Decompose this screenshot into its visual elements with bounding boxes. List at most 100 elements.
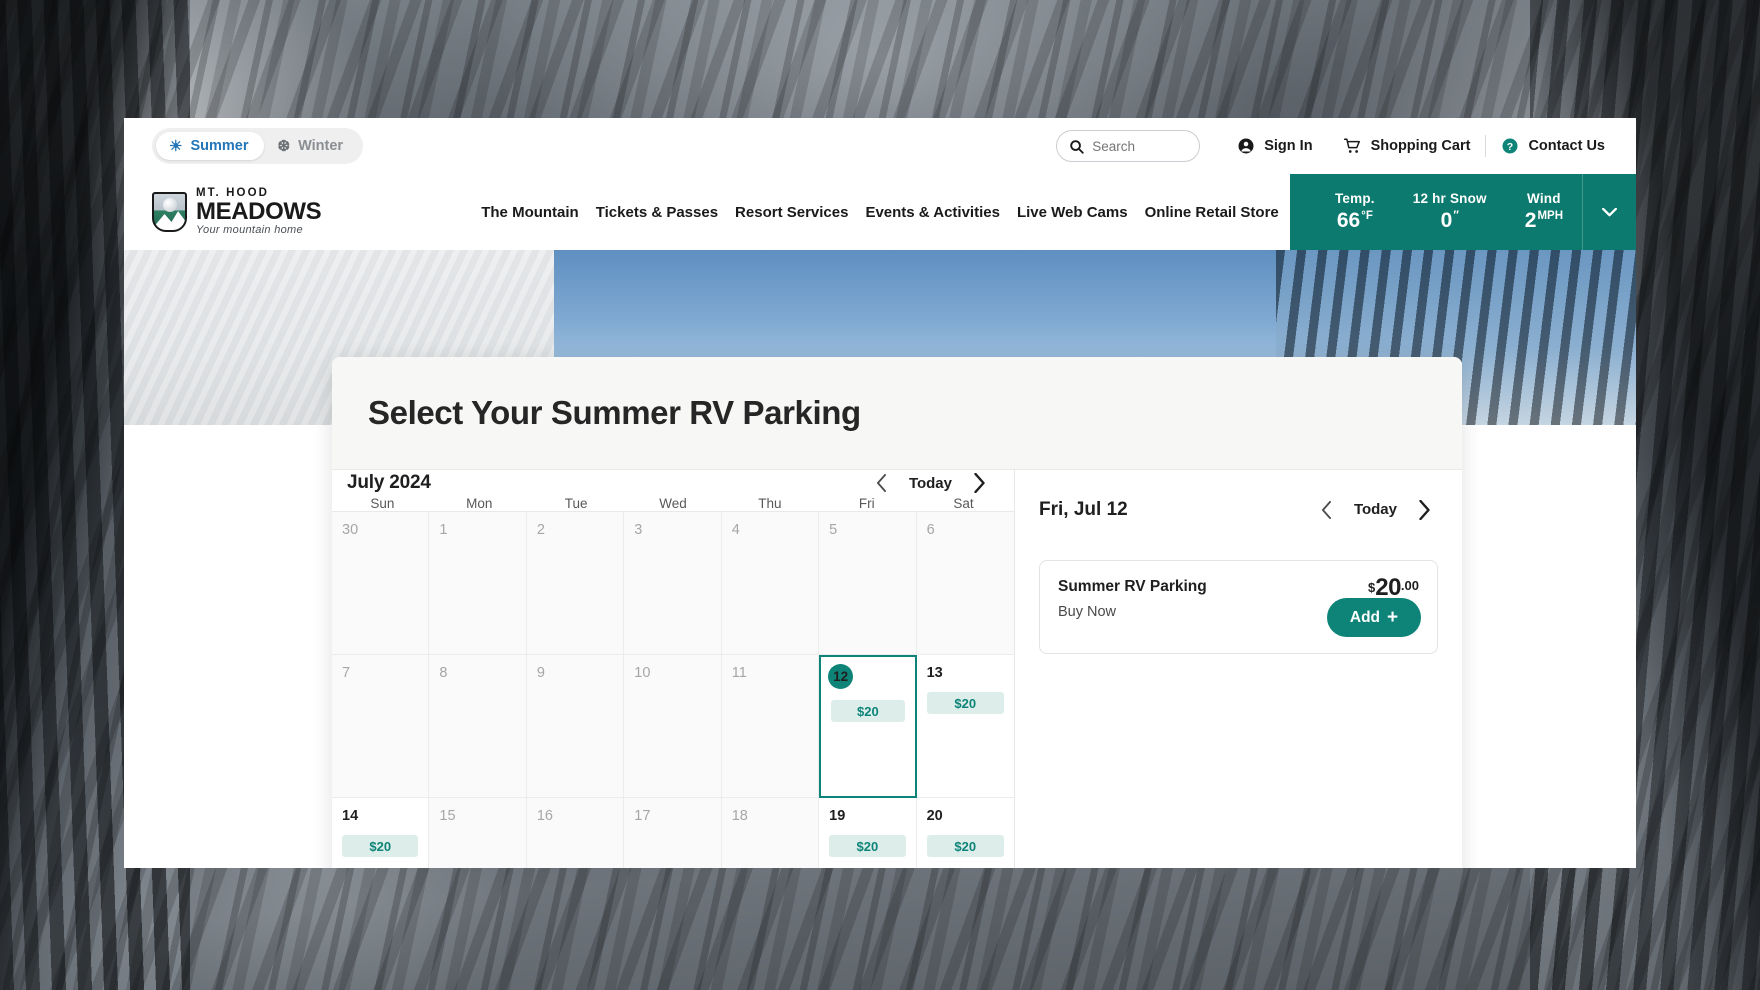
calendar-day-number: 9 <box>537 665 613 681</box>
weather-widget[interactable]: Temp. 66 °F 12 hr Snow 0 ″ Wind 2 MPH <box>1290 174 1636 250</box>
weekday-mon: Mon <box>431 496 528 511</box>
weather-expand-button[interactable] <box>1582 174 1636 250</box>
weather-stat-temp: Temp. 66 °F <box>1316 191 1394 233</box>
nav-item-resort-services[interactable]: Resort Services <box>735 204 848 221</box>
nav-links: The Mountain Tickets & Passes Resort Ser… <box>481 204 1279 221</box>
weather-temp-value: 66 °F <box>1337 209 1373 233</box>
nav-item-tickets-passes[interactable]: Tickets & Passes <box>596 204 718 221</box>
contact-us-link[interactable]: ? Contact Us <box>1486 131 1620 161</box>
weekday-sun: Sun <box>334 496 431 511</box>
product-card: Summer RV Parking Buy Now $ 20 .00 Add + <box>1039 560 1438 654</box>
nav-item-online-retail-store[interactable]: Online Retail Store <box>1145 204 1279 221</box>
calendar-day-12[interactable]: 12 $20 <box>819 655 916 798</box>
calendar-day-number: 20 <box>927 808 1004 824</box>
booking-card-body: July 2024 Today <box>332 470 1462 868</box>
weekday-thu: Thu <box>721 496 818 511</box>
day-next-button[interactable] <box>1411 497 1437 523</box>
day-detail-nav: Today <box>1314 497 1437 523</box>
calendar-day-14[interactable]: 14 $20 <box>332 798 429 868</box>
calendar-day-number: 7 <box>342 665 418 681</box>
calendar-day-price[interactable]: $20 <box>927 835 1004 857</box>
calendar-day-number: 2 <box>537 522 613 538</box>
season-tab-summer[interactable]: ☀ Summer <box>156 132 264 160</box>
add-to-cart-label: Add <box>1350 609 1380 627</box>
calendar-day-number: 1 <box>439 522 515 538</box>
weekday-sat: Sat <box>915 496 1012 511</box>
calendar-day-16: 16 <box>527 798 624 868</box>
svg-text:?: ? <box>1507 141 1513 153</box>
utility-bar-right: Sign In Shopping Cart ? Contact Us <box>1056 118 1620 174</box>
logo-line-2: MEADOWS <box>196 200 321 224</box>
weather-stat-wind: Wind 2 MPH <box>1506 191 1582 233</box>
product-price-cents: .00 <box>1401 578 1419 593</box>
weather-snow-label: 12 hr Snow <box>1413 191 1487 206</box>
season-tab-winter[interactable]: ❆ Winter <box>264 132 359 160</box>
booking-card-header: Select Your Summer RV Parking <box>332 357 1462 470</box>
search-box[interactable] <box>1056 130 1200 162</box>
season-toggle[interactable]: ☀ Summer ❆ Winter <box>152 128 363 164</box>
mountain-shield-logo-icon <box>152 192 187 232</box>
calendar-day-30: 30 <box>332 512 429 655</box>
chevron-left-icon <box>876 474 887 492</box>
calendar-next-button[interactable] <box>966 470 992 496</box>
calendar-day-number: 14 <box>342 808 418 824</box>
calendar-day-number: 13 <box>927 665 1004 681</box>
calendar-day-number: 3 <box>634 522 710 538</box>
day-detail-panel: Fri, Jul 12 Today <box>1015 470 1462 868</box>
chevron-right-icon <box>1418 500 1431 520</box>
weekday-tue: Tue <box>528 496 625 511</box>
weather-wind-unit: MPH <box>1537 210 1563 222</box>
calendar-day-number: 15 <box>439 808 515 824</box>
account-circle-icon <box>1237 137 1255 155</box>
calendar-day-9: 9 <box>527 655 624 798</box>
weather-wind-number: 2 <box>1525 209 1537 233</box>
calendar-day-number: 5 <box>829 522 905 538</box>
day-today-button[interactable]: Today <box>1354 501 1397 518</box>
calendar-day-number: 30 <box>342 522 418 538</box>
add-to-cart-button[interactable]: Add + <box>1327 598 1421 637</box>
weather-wind-value: 2 MPH <box>1525 209 1563 233</box>
calendar-day-4: 4 <box>722 512 819 655</box>
day-detail-header: Fri, Jul 12 Today <box>1015 482 1462 537</box>
calendar-prev-button[interactable] <box>869 470 895 496</box>
calendar-day-price[interactable]: $20 <box>831 700 904 722</box>
shopping-cart-icon <box>1343 137 1362 155</box>
logo-wordmark: MT. HOOD MEADOWS Your mountain home <box>196 188 321 237</box>
calendar-day-13[interactable]: 13 $20 <box>917 655 1014 798</box>
search-icon <box>1069 139 1084 154</box>
chevron-right-icon <box>973 473 986 493</box>
calendar-day-price[interactable]: $20 <box>829 835 905 857</box>
calendar-day-19[interactable]: 19$20 <box>819 798 916 868</box>
utility-bar: ☀ Summer ❆ Winter Sign In <box>124 118 1636 174</box>
calendar-month-label: July 2024 <box>347 472 431 494</box>
page-title: Select Your Summer RV Parking <box>368 394 861 432</box>
chevron-left-icon <box>1321 501 1332 519</box>
site-logo[interactable]: MT. HOOD MEADOWS Your mountain home <box>152 188 321 237</box>
nav-item-events-activities[interactable]: Events & Activities <box>865 204 1000 221</box>
product-price-amount: 20 <box>1375 576 1401 600</box>
nav-item-the-mountain[interactable]: The Mountain <box>481 204 579 221</box>
weekday-wed: Wed <box>625 496 722 511</box>
calendar-day-number: 11 <box>732 665 808 681</box>
weather-snow-number: 0 <box>1441 209 1453 233</box>
calendar-day-number: 12 <box>828 664 853 689</box>
calendar-day-price[interactable]: $20 <box>342 835 418 857</box>
calendar-day-price[interactable]: $20 <box>927 692 1004 714</box>
help-circle-icon: ? <box>1501 137 1519 155</box>
sign-in-link[interactable]: Sign In <box>1222 131 1327 161</box>
logo-tagline: Your mountain home <box>196 225 321 236</box>
nav-item-live-web-cams[interactable]: Live Web Cams <box>1017 204 1128 221</box>
search-input[interactable] <box>1092 139 1187 154</box>
shopping-cart-link[interactable]: Shopping Cart <box>1328 131 1486 161</box>
calendar-today-button[interactable]: Today <box>909 475 952 492</box>
calendar-day-number: 10 <box>634 665 710 681</box>
weather-snow-unit: ″ <box>1453 210 1459 222</box>
main-nav: MT. HOOD MEADOWS Your mountain home The … <box>124 174 1636 250</box>
calendar-day-11: 11 <box>722 655 819 798</box>
chevron-down-icon <box>1602 208 1617 217</box>
day-prev-button[interactable] <box>1314 497 1340 523</box>
calendar-day-20[interactable]: 20 $20 <box>917 798 1014 868</box>
calendar-day-number: 17 <box>634 808 710 824</box>
sun-icon: ☀ <box>169 139 182 154</box>
calendar-day-number: 18 <box>732 808 808 824</box>
